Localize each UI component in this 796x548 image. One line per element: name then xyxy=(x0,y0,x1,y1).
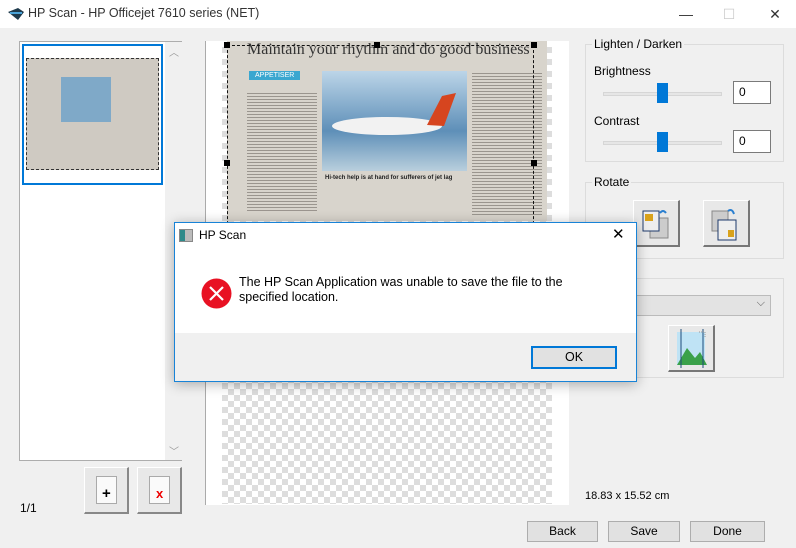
crop-handle[interactable] xyxy=(224,160,230,166)
crop-handle[interactable] xyxy=(374,42,380,48)
error-icon xyxy=(201,278,232,309)
contrast-label: Contrast xyxy=(594,114,640,128)
brightness-input[interactable]: 0 xyxy=(733,81,771,104)
hp-scan-app-icon xyxy=(8,8,24,20)
rotate-right-icon xyxy=(711,209,737,241)
chevron-down-icon: ⌵ xyxy=(756,297,765,309)
brightness-slider-thumb[interactable] xyxy=(657,83,668,103)
close-button[interactable]: ✕ xyxy=(765,4,785,24)
page-counter: 1/1 xyxy=(20,501,37,515)
contrast-slider-thumb[interactable] xyxy=(657,132,668,152)
save-button[interactable]: Save xyxy=(608,521,680,542)
delete-page-button[interactable]: x xyxy=(137,467,182,514)
window-title: HP Scan - HP Officejet 7610 series (NET) xyxy=(28,6,260,20)
output-dropdown[interactable]: ⌵ xyxy=(615,295,771,316)
minimize-button[interactable]: — xyxy=(676,4,696,24)
crop-button[interactable] xyxy=(668,325,715,372)
contrast-input[interactable]: 0 xyxy=(733,130,771,153)
thumbnail-list[interactable]: ︿ ﹀ xyxy=(19,41,182,461)
brightness-label: Brightness xyxy=(594,64,651,78)
maximize-button[interactable]: ☐ xyxy=(719,4,739,24)
dialog-message: The HP Scan Application was unable to sa… xyxy=(239,275,563,304)
thumbnail-photo xyxy=(61,77,111,122)
crop-handle[interactable] xyxy=(224,42,230,48)
ok-button[interactable]: OK xyxy=(531,346,617,369)
add-page-button[interactable]: + xyxy=(84,467,129,514)
rotate-right-button[interactable] xyxy=(703,200,750,247)
page-add-icon: + xyxy=(96,476,117,504)
page-delete-icon: x xyxy=(149,476,170,504)
error-dialog: HP Scan ✕ The HP Scan Application was un… xyxy=(174,222,637,382)
thumbnail-image xyxy=(26,58,159,170)
dialog-close-button[interactable]: ✕ xyxy=(612,225,625,243)
back-button[interactable]: Back xyxy=(527,521,598,542)
crop-handle[interactable] xyxy=(531,42,537,48)
thumbnail-page-1[interactable] xyxy=(22,44,163,185)
title-bar: HP Scan - HP Officejet 7610 series (NET)… xyxy=(0,0,796,28)
lighten-darken-label: Lighten / Darken xyxy=(592,37,685,51)
image-crop-icon xyxy=(677,329,707,368)
rotate-left-button[interactable] xyxy=(633,200,680,247)
done-button[interactable]: Done xyxy=(690,521,765,542)
rotate-left-icon xyxy=(642,210,669,239)
crop-handle[interactable] xyxy=(531,160,537,166)
dialog-title: HP Scan xyxy=(199,228,247,242)
size-readout: 18.83 x 15.52 cm xyxy=(585,490,670,502)
rotate-label: Rotate xyxy=(592,175,632,189)
scroll-up-icon[interactable]: ︿ xyxy=(169,44,179,59)
dialog-app-icon xyxy=(179,229,193,242)
scroll-down-icon[interactable]: ﹀ xyxy=(169,443,179,458)
